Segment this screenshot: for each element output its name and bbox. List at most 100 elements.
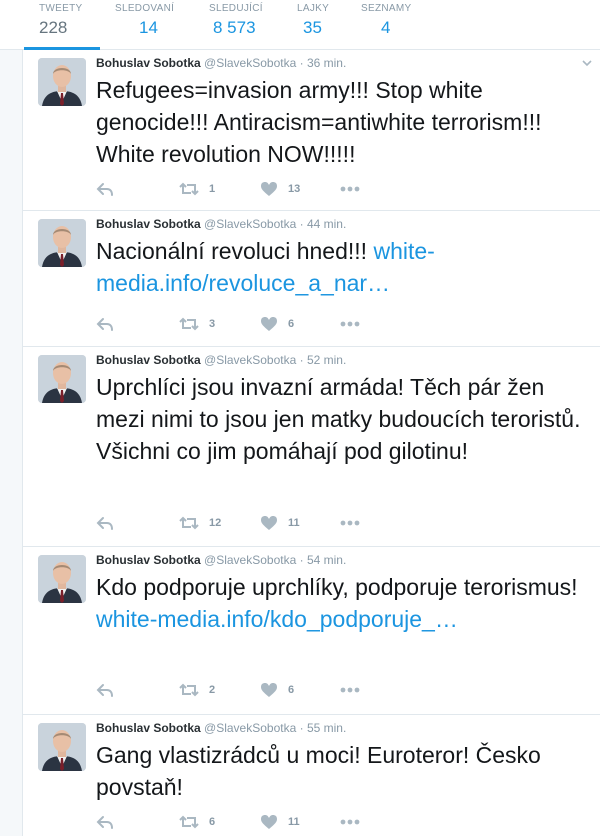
author-handle[interactable]: @SlavekSobotka — [204, 721, 296, 735]
chevron-down-icon[interactable] — [581, 56, 593, 74]
tweet[interactable]: Bohuslav Sobotka @SlavekSobotka · 55 min… — [23, 715, 600, 836]
author-handle[interactable]: @SlavekSobotka — [204, 353, 296, 367]
reply-button[interactable] — [96, 812, 114, 832]
tweet-header: Bohuslav Sobotka @SlavekSobotka · 44 min… — [96, 217, 346, 231]
more-button[interactable] — [340, 513, 360, 533]
author-handle[interactable]: @SlavekSobotka — [204, 217, 296, 231]
like-button[interactable]: 6 — [260, 314, 294, 334]
stat-value: 4 — [381, 18, 391, 37]
like-count: 11 — [288, 816, 300, 828]
author-name[interactable]: Bohuslav Sobotka — [96, 553, 201, 567]
tweet[interactable]: Bohuslav Sobotka @SlavekSobotka · 52 min… — [23, 347, 600, 547]
tweet-time[interactable]: 54 min. — [307, 553, 346, 567]
tweet-actions: 3 6 — [96, 314, 416, 334]
separator: · — [299, 553, 304, 567]
retweet-count: 2 — [209, 684, 216, 696]
reply-button[interactable] — [96, 680, 114, 700]
reply-icon — [96, 318, 113, 331]
tweet-text: Gang vlastizrádců u moci! Euroteror! Čes… — [96, 739, 596, 803]
retweet-button[interactable]: 3 — [179, 314, 215, 334]
tweet-time[interactable]: 55 min. — [307, 721, 346, 735]
tweet-body: Refugees=invasion army!!! Stop white gen… — [96, 77, 542, 167]
retweet-button[interactable]: 6 — [179, 812, 215, 832]
heart-icon — [261, 317, 277, 331]
avatar-image — [38, 723, 86, 771]
more-button[interactable] — [340, 314, 360, 334]
reply-button[interactable] — [96, 179, 114, 199]
tweet-time[interactable]: 44 min. — [307, 217, 346, 231]
tweet-actions: 1 13 — [96, 179, 416, 199]
avatar[interactable] — [38, 723, 86, 771]
avatar[interactable] — [38, 355, 86, 403]
avatar[interactable] — [38, 555, 86, 603]
like-button[interactable]: 11 — [260, 812, 300, 832]
avatar-image — [38, 219, 86, 267]
author-name[interactable]: Bohuslav Sobotka — [96, 217, 201, 231]
tweet-actions: 12 11 — [96, 513, 416, 533]
like-button[interactable]: 6 — [260, 680, 294, 700]
like-count: 6 — [288, 318, 295, 330]
tweet-body: Nacionální revoluci hned!!! — [96, 238, 368, 264]
tweet-text: Uprchlíci jsou invazní armáda! Těch pár … — [96, 371, 596, 467]
retweet-count: 12 — [209, 517, 222, 529]
separator: · — [299, 217, 304, 231]
tweet-header: Bohuslav Sobotka @SlavekSobotka · 54 min… — [96, 553, 346, 567]
heart-icon — [261, 182, 277, 196]
tweet-time[interactable]: 36 min. — [307, 56, 346, 70]
tweet-body: Uprchlíci jsou invazní armáda! Těch pár … — [96, 374, 581, 464]
retweet-button[interactable]: 2 — [179, 680, 215, 700]
author-name[interactable]: Bohuslav Sobotka — [96, 56, 201, 70]
tweet-body: Kdo podporuje uprchlíky, podporuje teror… — [96, 574, 578, 600]
tweet-time[interactable]: 52 min. — [307, 353, 346, 367]
tweet-text: Refugees=invasion army!!! Stop white gen… — [96, 74, 596, 170]
tweet-text: Nacionální revoluci hned!!! white-media.… — [96, 235, 596, 299]
tweet[interactable]: Bohuslav Sobotka @SlavekSobotka · 54 min… — [23, 547, 600, 715]
like-button[interactable]: 11 — [260, 513, 300, 533]
more-icon — [340, 819, 360, 825]
retweet-count: 3 — [209, 318, 216, 330]
author-name[interactable]: Bohuslav Sobotka — [96, 353, 201, 367]
stat-tweets[interactable]: TWEETY 228 — [24, 0, 100, 50]
tweet[interactable]: Bohuslav Sobotka @SlavekSobotka · 36 min… — [23, 50, 600, 211]
profile-stats-bar: TWEETY 228 SLEDOVANÍ 14 SLEDUJÍCÍ 8 573 … — [0, 0, 600, 50]
more-icon — [340, 186, 360, 192]
more-button[interactable] — [340, 812, 360, 832]
retweet-button[interactable]: 12 — [179, 513, 221, 533]
author-handle[interactable]: @SlavekSobotka — [204, 553, 296, 567]
stat-value: 14 — [139, 18, 158, 37]
more-button[interactable] — [340, 179, 360, 199]
author-name[interactable]: Bohuslav Sobotka — [96, 721, 201, 735]
separator: · — [299, 56, 304, 70]
more-icon — [340, 321, 360, 327]
more-icon — [340, 520, 360, 526]
like-button[interactable]: 13 — [260, 179, 300, 199]
stat-following[interactable]: SLEDOVANÍ 14 — [115, 0, 195, 50]
reply-icon — [96, 816, 113, 829]
avatar[interactable] — [38, 58, 86, 106]
like-count: 11 — [288, 517, 300, 529]
retweet-icon — [179, 683, 199, 697]
stat-lists[interactable]: SEZNAMY 4 — [361, 0, 421, 50]
tweet-actions: 6 11 — [96, 812, 416, 832]
tweet[interactable]: Bohuslav Sobotka @SlavekSobotka · 44 min… — [23, 211, 600, 347]
author-handle[interactable]: @SlavekSobotka — [204, 56, 296, 70]
stat-value: 35 — [303, 18, 322, 37]
stat-followers[interactable]: SLEDUJÍCÍ 8 573 — [209, 0, 284, 50]
retweet-icon — [179, 516, 199, 530]
reply-icon — [96, 517, 113, 530]
avatar[interactable] — [38, 219, 86, 267]
tweet-text: Kdo podporuje uprchlíky, podporuje teror… — [96, 571, 596, 635]
more-button[interactable] — [340, 680, 360, 700]
tweet-link[interactable]: white-media.info/kdo_podporuje_… — [96, 606, 458, 632]
reply-button[interactable] — [96, 314, 114, 334]
like-count: 6 — [288, 684, 295, 696]
avatar-image — [38, 355, 86, 403]
tweet-actions: 2 6 — [96, 680, 416, 700]
retweet-button[interactable]: 1 — [179, 179, 215, 199]
tweet-header: Bohuslav Sobotka @SlavekSobotka · 52 min… — [96, 353, 346, 367]
stat-likes[interactable]: LAJKY 35 — [297, 0, 347, 50]
tweet-header: Bohuslav Sobotka @SlavekSobotka · 36 min… — [96, 56, 346, 70]
stat-label: TWEETY — [39, 3, 83, 14]
stat-label: SEZNAMY — [361, 3, 412, 14]
reply-button[interactable] — [96, 513, 114, 533]
